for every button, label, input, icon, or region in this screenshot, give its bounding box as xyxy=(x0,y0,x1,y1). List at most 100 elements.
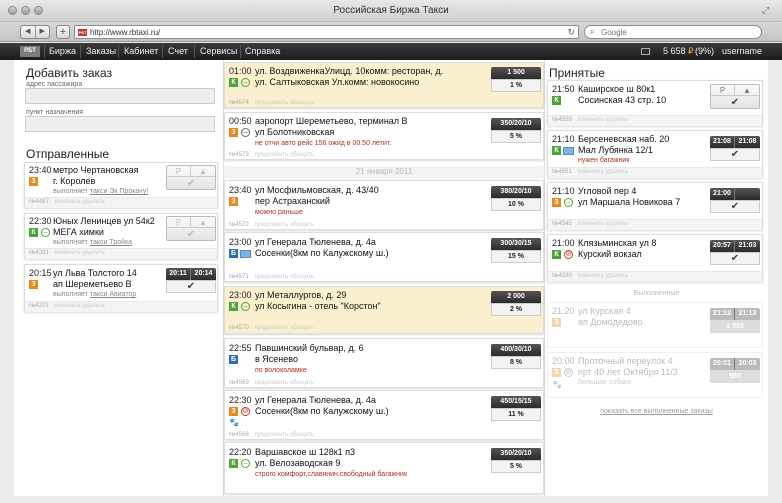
fullscreen-icon[interactable]: ⤢ xyxy=(762,5,772,15)
order-links[interactable]: предложить обещать xyxy=(255,325,314,331)
window-title: Российская Биржа Такси xyxy=(333,5,449,16)
keyboard-icon[interactable] xyxy=(641,48,650,55)
price-box[interactable]: 350/20/10 5 % xyxy=(491,448,541,474)
pickup-address: Павшинский бульвар, д. 6 xyxy=(255,343,364,353)
commission: 15 % xyxy=(491,250,541,263)
order-links[interactable]: предложить обещать xyxy=(255,152,314,158)
order-links[interactable]: изменить удалить xyxy=(578,117,628,123)
order-id: №4568 предложить обещать xyxy=(229,432,314,438)
accepted-order-card[interactable]: 21:10 З – Угловой пер 4 ул Маршала Новик… xyxy=(547,182,763,230)
p-button[interactable]: P xyxy=(711,85,735,96)
exchange-order-card[interactable]: 22:20 К – Варшавское ш 128к1 п3 ул. Вело… xyxy=(224,442,544,494)
nav-item-cabinet[interactable]: Кабинет xyxy=(124,46,158,56)
price-box[interactable]: 300/30/15 15 % xyxy=(491,238,541,264)
order-id: №4572 предложить обещать xyxy=(229,222,314,228)
executor-link[interactable]: такси Эк Прокачу! xyxy=(90,188,148,195)
taxi-class-badge: К xyxy=(229,78,238,87)
back-icon[interactable]: ◀ xyxy=(21,26,36,38)
search-bar[interactable]: ⌕ xyxy=(584,25,762,39)
reload-icon[interactable]: ↻ xyxy=(567,27,575,38)
up-arrow-icon[interactable]: ▲ xyxy=(191,166,215,177)
add-order-title: Добавить заказ xyxy=(26,66,113,80)
exchange-order-card[interactable]: 23:40 З ул Мосфильмовская, д. 43/40 пер … xyxy=(224,180,544,230)
check-icon[interactable]: ✔ xyxy=(166,280,216,293)
order-id: №4569 предложить обещать xyxy=(229,380,314,386)
address-bar[interactable]: РБТ http://www.rbtaxi.ru/ ↻ xyxy=(74,25,579,39)
taxi-class-badge: Б xyxy=(229,355,238,364)
order-links[interactable]: изменить удалить xyxy=(578,273,628,279)
no-smoking-icon: – xyxy=(564,198,573,207)
check-icon[interactable]: ✔ xyxy=(710,252,760,265)
time-departed: 21:08 xyxy=(738,138,757,145)
exchange-order-card[interactable]: 23:00 Б ул Генерала Тюленева, д. 4а Сосе… xyxy=(224,232,544,282)
p-button[interactable]: P xyxy=(167,217,191,228)
pickup-address: метро Чертановская xyxy=(53,165,139,175)
taxi-class-badge: З xyxy=(229,407,238,416)
nav-item-services[interactable]: Сервисы xyxy=(200,46,237,56)
forward-icon[interactable]: ▶ xyxy=(36,26,50,38)
order-links[interactable]: предложить обещать xyxy=(255,222,314,228)
sent-order-card[interactable]: 23:40 З метро Чертановская г. Королев вы… xyxy=(24,162,218,208)
order-links[interactable]: изменить удалить xyxy=(55,303,105,309)
completed-order-card[interactable]: 21:20 З ул Курская 4 ап Домодедово 21:12… xyxy=(547,302,763,348)
price: 380/20/10 xyxy=(491,186,541,198)
order-links[interactable]: изменить удалить xyxy=(55,199,105,205)
destination-input[interactable] xyxy=(25,116,215,132)
executor-link[interactable]: такси Тройка xyxy=(90,239,132,246)
up-arrow-icon[interactable]: ▲ xyxy=(735,85,759,96)
nav-item-help[interactable]: Справка xyxy=(245,46,280,56)
completed-label: Выполненные xyxy=(633,290,680,297)
price-box[interactable]: 380/20/10 10 % xyxy=(491,186,541,212)
sent-order-card[interactable]: 22:30 К – Юных Ленинцев ул 54к2 МЕГА хим… xyxy=(24,213,218,259)
search-input[interactable] xyxy=(601,27,751,38)
commission: 5 % xyxy=(491,130,541,143)
no-smoking-icon: – xyxy=(241,302,250,311)
order-links[interactable]: предложить обещать xyxy=(255,274,314,280)
executor-link[interactable]: такси Авиатор xyxy=(90,291,136,298)
completed-order-card[interactable]: 20:00 З ⊘ 🐾 Проточный переулок 4 прт 40 … xyxy=(547,352,763,398)
p-button[interactable]: P xyxy=(167,166,191,177)
username[interactable]: username xyxy=(722,46,762,56)
exchange-order-card[interactable]: 01:00 К – ул. ВоздвиженкаУлицд. 10комм: … xyxy=(224,62,544,108)
up-arrow-icon[interactable]: ▲ xyxy=(191,217,215,228)
check-icon[interactable]: ✔ xyxy=(711,97,759,109)
check-icon[interactable]: ✔ xyxy=(710,148,760,161)
sent-order-card[interactable]: 20:15 З ул Льва Толстого 14 ап Шереметье… xyxy=(24,264,218,312)
nav-item-orders[interactable]: Заказы xyxy=(86,46,116,56)
exchange-order-card[interactable]: 00:50 З – аэропорт Шереметьево, терминал… xyxy=(224,112,544,160)
accepted-order-card[interactable]: 21:50 К Каширское ш 80к1 Сосинская 43 ст… xyxy=(547,80,763,126)
destination-address: Сосинская 43 стр. 10 xyxy=(578,95,667,105)
order-links[interactable]: изменить удалить xyxy=(578,169,628,175)
check-icon[interactable]: ✔ xyxy=(710,200,760,213)
time-arrived: 20:11 xyxy=(166,268,191,280)
url-text[interactable]: http://www.rbtaxi.ru/ xyxy=(90,28,160,37)
price-box[interactable]: 350/20/10 5 % xyxy=(491,118,541,144)
arrival-times: 20:57 21:03 ✔ xyxy=(710,240,760,266)
price: 450/15/15 xyxy=(491,396,541,408)
order-links[interactable]: предложить обещать xyxy=(255,380,314,386)
accepted-order-card[interactable]: 21:10 К Берсеневская наб. 20 Мал Лубянка… xyxy=(547,130,763,178)
show-all-completed-link[interactable]: показать все выполненные заказы xyxy=(545,408,768,415)
exchange-order-card[interactable]: 22:55 Б Павшинский бульвар, д. 6 в Ясене… xyxy=(224,338,544,388)
price-box[interactable]: 400/30/10 8 % xyxy=(491,344,541,370)
order-links[interactable]: предложить обещать xyxy=(255,432,314,438)
destination-address: пер Астраханский xyxy=(255,196,330,206)
exchange-order-card[interactable]: 23:00 К – ул Металлургов, д. 29 ул Косыг… xyxy=(224,286,544,334)
price-box[interactable]: 450/15/15 11 % xyxy=(491,396,541,422)
order-links[interactable]: изменить удалить xyxy=(55,250,105,256)
accepted-order-card[interactable]: 21:00 К ⊘ Клязьминская ул 8 Курский вокз… xyxy=(547,234,763,282)
nav-item-account[interactable]: Счет xyxy=(168,46,188,56)
nav-item-exchange[interactable]: Биржа xyxy=(49,46,76,56)
taxi-class-badge: К xyxy=(552,250,561,259)
check-icon[interactable]: ✔ xyxy=(167,178,215,190)
pickup-input[interactable] xyxy=(25,88,215,104)
order-links[interactable]: изменить удалить xyxy=(578,221,628,227)
site-logo[interactable]: РБТ xyxy=(20,46,40,57)
order-links[interactable]: предложить обещать xyxy=(255,100,314,106)
nav-divider xyxy=(44,45,45,58)
price-box[interactable]: 1 500 1 % xyxy=(491,67,541,93)
price-box[interactable]: 2 000 2 % xyxy=(491,291,541,317)
add-tab-button[interactable]: + xyxy=(56,25,70,39)
check-icon[interactable]: ✔ xyxy=(167,229,215,241)
exchange-order-card[interactable]: 22:30 З ⊘ 🐾 ул Генерала Тюленева, д. 4а … xyxy=(224,390,544,440)
